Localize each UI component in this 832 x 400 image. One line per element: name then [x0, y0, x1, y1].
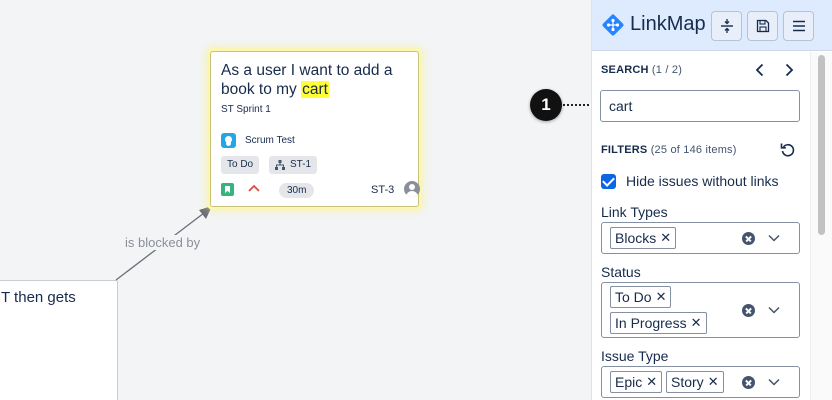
linkmap-panel: LinkMap SEARCH (1 / 2) cart FILTERS (25 … [591, 0, 832, 400]
previous-result-button[interactable] [751, 60, 769, 80]
chevron-down-icon[interactable] [768, 306, 780, 314]
hierarchy-icon [275, 160, 285, 170]
search-input[interactable] [600, 90, 800, 122]
issue-type-select[interactable]: Epic ✕ Story ✕ [601, 366, 800, 398]
scrollbar-thumb[interactable] [818, 55, 825, 235]
hide-without-links-row[interactable]: Hide issues without links [601, 173, 779, 189]
story-icon [221, 183, 234, 196]
estimate-badge: 30m [279, 183, 315, 198]
chip-label: Epic [615, 374, 643, 390]
remove-chip-icon[interactable]: ✕ [646, 372, 657, 392]
linkmap-logo-icon [602, 14, 624, 36]
clear-selection-icon[interactable] [742, 232, 755, 245]
status-chip: In Progress ✕ [610, 312, 707, 334]
chevron-right-icon [785, 63, 794, 77]
project-row: Scrum Test [221, 133, 295, 148]
chip-label: In Progress [615, 315, 687, 331]
panel-header: LinkMap [592, 0, 832, 51]
issue-card-partial[interactable]: T then gets [0, 280, 118, 400]
save-button[interactable] [747, 11, 778, 41]
edge-label: is blocked by [124, 235, 202, 250]
search-section-label: SEARCH (1 / 2) [601, 64, 682, 76]
hide-without-links-checkbox[interactable] [601, 173, 616, 189]
remove-chip-icon[interactable]: ✕ [656, 287, 667, 307]
filters-label: FILTERS [601, 144, 648, 156]
chevron-left-icon [755, 63, 764, 77]
chip-label: Blocks [615, 230, 657, 246]
link-types-select[interactable]: Blocks ✕ [601, 222, 800, 254]
search-label: SEARCH [601, 64, 649, 76]
link-type-chip: Blocks ✕ [610, 227, 677, 249]
status-badge: To Do [221, 156, 260, 174]
app-title: LinkMap [630, 13, 706, 35]
reset-filters-icon[interactable] [779, 141, 797, 159]
menu-button[interactable] [783, 11, 814, 41]
parent-issue-badge[interactable]: ST-1 [269, 156, 318, 174]
save-icon [756, 19, 769, 33]
priority-high-icon [248, 184, 260, 192]
annotation-marker: 1 [530, 89, 562, 121]
sprint-label: ST Sprint 1 [221, 104, 271, 115]
collapse-button[interactable] [711, 11, 742, 41]
issue-card-highlighted[interactable]: As a user I want to add a book to my car… [210, 51, 420, 207]
status-label: Status [601, 264, 641, 280]
filters-section-label: FILTERS (25 of 146 items) [601, 144, 737, 156]
search-result-count: (1 / 2) [651, 64, 683, 76]
issue-type-chip: Epic ✕ [610, 371, 663, 393]
clear-selection-icon[interactable] [742, 304, 755, 317]
project-name: Scrum Test [245, 135, 295, 146]
filters-item-count: (25 of 146 items) [650, 144, 737, 156]
chevron-down-icon[interactable] [768, 234, 780, 242]
status-select[interactable]: To Do ✕ In Progress ✕ [601, 282, 800, 338]
annotation-connector [563, 104, 593, 106]
chip-label: To Do [615, 289, 652, 305]
project-icon [221, 133, 236, 148]
menu-icon [792, 20, 805, 32]
issue-card-title: As a user I want to add a book to my car… [221, 61, 413, 99]
card-footer: 30m ST-3 [221, 181, 420, 199]
issue-type-chip: Story ✕ [666, 371, 724, 393]
panel-scrollbar[interactable] [810, 52, 832, 400]
clear-selection-icon[interactable] [742, 376, 755, 389]
issue-card-title: T then gets [1, 289, 76, 306]
avatar-icon [404, 181, 420, 197]
hide-without-links-label: Hide issues without links [626, 173, 779, 189]
chevron-down-icon[interactable] [768, 378, 780, 386]
parent-issue-key: ST-1 [290, 159, 312, 170]
issue-type-label: Issue Type [601, 348, 669, 364]
issue-key[interactable]: ST-3 [371, 184, 394, 196]
remove-chip-icon[interactable]: ✕ [708, 372, 719, 392]
collapse-icon [720, 19, 733, 33]
search-highlight: cart [301, 81, 329, 98]
status-chip: To Do ✕ [610, 286, 672, 308]
remove-chip-icon[interactable]: ✕ [660, 228, 671, 248]
link-types-label: Link Types [601, 204, 668, 220]
remove-chip-icon[interactable]: ✕ [691, 313, 702, 333]
chip-label: Story [671, 374, 704, 390]
next-result-button[interactable] [780, 60, 798, 80]
